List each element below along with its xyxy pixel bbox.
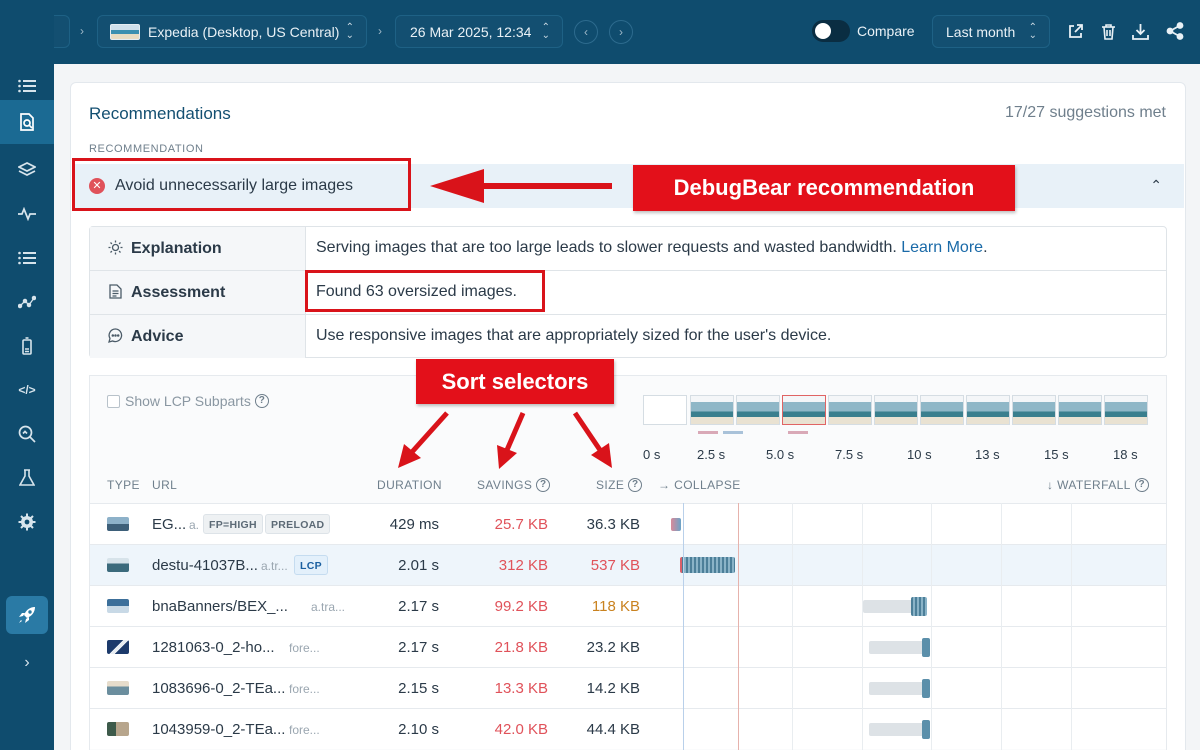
arrow-to-savings [497, 412, 526, 469]
annotation-arrows [398, 169, 612, 469]
arrow-to-size [572, 411, 612, 468]
arrow-to-duration [398, 411, 449, 468]
arrow-to-recommendation [430, 169, 612, 203]
